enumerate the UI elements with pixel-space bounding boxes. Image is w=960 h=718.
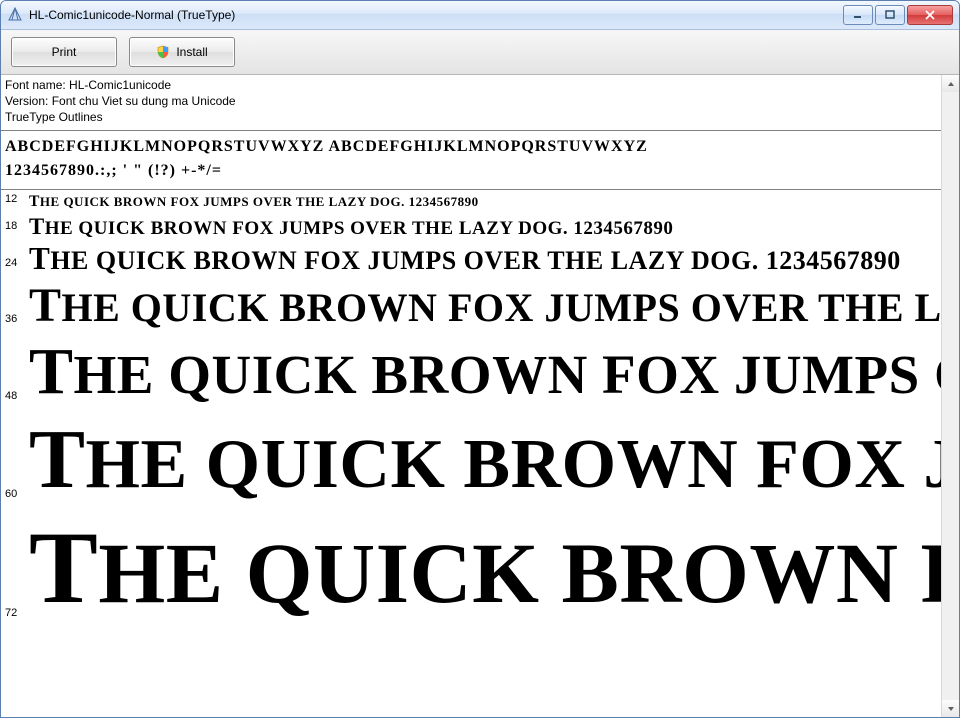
sample-row: 48The quick brown fox jumps over the laz… [1, 334, 941, 410]
font-version-line: Version: Font chu Viet su dung ma Unicod… [5, 93, 937, 109]
toolbar: Print Install [1, 30, 959, 75]
sample-text: The quick brown fox jumps over the lazy … [29, 193, 479, 211]
charset-alpha: ABCDEFGHIJKLMNOPQRSTUVWXYZ ABCDEFGHIJKLM… [5, 135, 937, 159]
vertical-scrollbar[interactable] [941, 75, 959, 717]
sample-row: 36The quick brown fox jumps over the laz… [1, 278, 941, 333]
sample-text: The quick brown fox jumps over the lazy … [29, 241, 901, 277]
sample-text: The quick brown fox jumps over the lazy … [29, 214, 673, 240]
sample-size-label: 72 [1, 607, 29, 627]
maximize-button[interactable] [875, 5, 905, 25]
charset-digits: 1234567890.:,; ' " (!?) +-*/= [5, 159, 937, 183]
sample-size-label: 12 [1, 193, 29, 213]
install-button-label: Install [176, 45, 207, 59]
scroll-down-arrow[interactable] [942, 700, 959, 717]
sample-text: The quick brown fox jumps over the lazy … [29, 278, 941, 333]
shield-icon [156, 45, 170, 59]
sample-row: 72The quick brown fox jumps over the laz… [1, 509, 941, 627]
install-button[interactable]: Install [129, 37, 235, 67]
print-button-label: Print [52, 45, 77, 59]
font-outlines-line: TrueType Outlines [5, 109, 937, 125]
sample-row: 24The quick brown fox jumps over the laz… [1, 241, 941, 277]
minimize-button[interactable] [843, 5, 873, 25]
window-controls [843, 5, 953, 25]
sample-list: 12The quick brown fox jumps over the laz… [1, 190, 941, 627]
sample-size-label: 18 [1, 220, 29, 240]
print-button[interactable]: Print [11, 37, 117, 67]
sample-size-label: 48 [1, 390, 29, 410]
titlebar: HL-Comic1unicode-Normal (TrueType) [1, 1, 959, 30]
window-title: HL-Comic1unicode-Normal (TrueType) [29, 8, 843, 22]
font-info: Font name: HL-Comic1unicode Version: Fon… [1, 75, 941, 130]
close-button[interactable] [907, 5, 953, 25]
sample-text: The quick brown fox jumps over the lazy … [29, 334, 941, 410]
app-icon [7, 7, 23, 23]
sample-row: 12The quick brown fox jumps over the laz… [1, 193, 941, 213]
charset-block: ABCDEFGHIJKLMNOPQRSTUVWXYZ ABCDEFGHIJKLM… [1, 131, 941, 189]
font-name-line: Font name: HL-Comic1unicode [5, 77, 937, 93]
sample-size-label: 36 [1, 313, 29, 333]
sample-row: 60The quick brown fox jumps over the laz… [1, 411, 941, 508]
sample-row: 18The quick brown fox jumps over the laz… [1, 214, 941, 240]
sample-text: The quick brown fox jumps over the lazy … [29, 509, 941, 627]
font-preview-window: HL-Comic1unicode-Normal (TrueType) Print [0, 0, 960, 718]
sample-text: The quick brown fox jumps over the lazy … [29, 411, 941, 508]
sample-size-label: 60 [1, 488, 29, 508]
content-wrapper: Font name: HL-Comic1unicode Version: Fon… [1, 75, 959, 717]
preview-content: Font name: HL-Comic1unicode Version: Fon… [1, 75, 941, 717]
scroll-up-arrow[interactable] [942, 75, 959, 92]
sample-size-label: 24 [1, 257, 29, 277]
